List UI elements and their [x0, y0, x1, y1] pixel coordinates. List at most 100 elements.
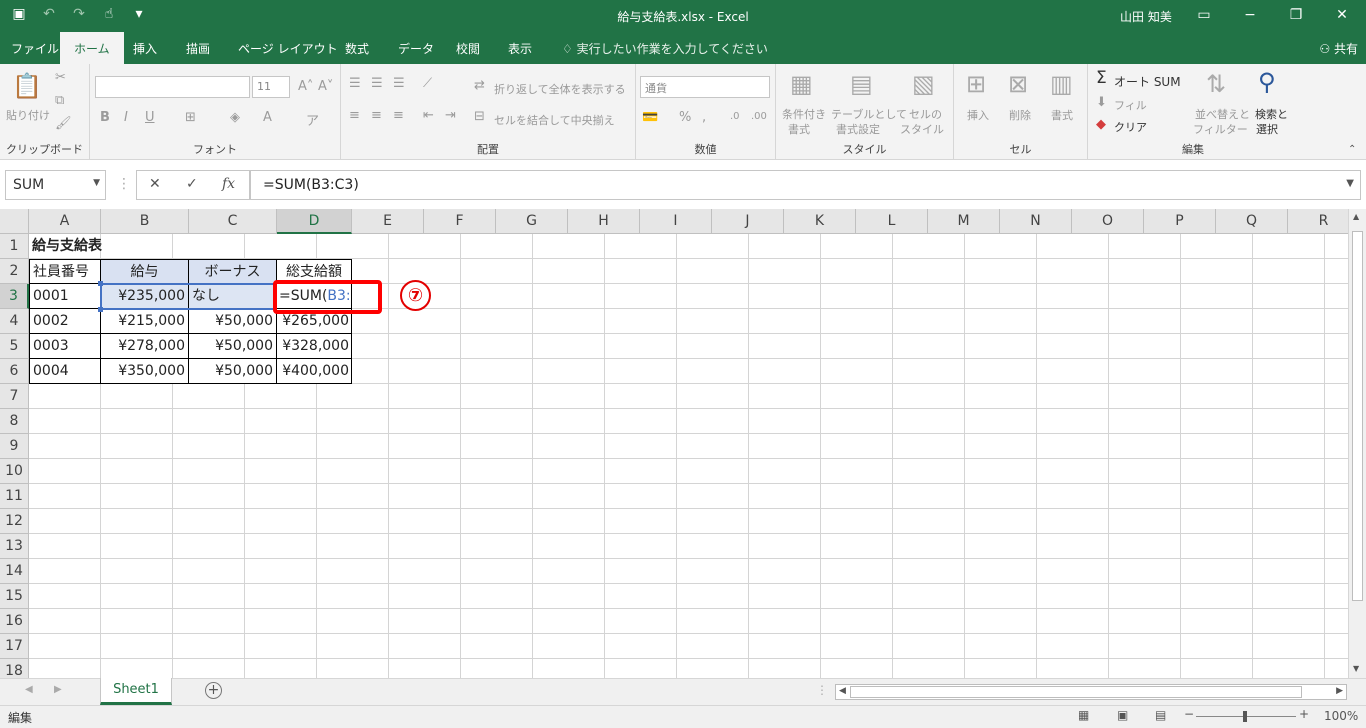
- cell-b4[interactable]: ¥215,000: [101, 309, 189, 334]
- vertical-scrollbar[interactable]: ▲ ▼: [1348, 209, 1366, 678]
- column-header-n[interactable]: N: [1000, 209, 1072, 234]
- cell-c6[interactable]: ¥50,000: [189, 359, 277, 384]
- column-header-b[interactable]: B: [101, 209, 189, 234]
- minimize-icon[interactable]: −: [1227, 0, 1273, 32]
- row-header-16[interactable]: 16: [0, 609, 29, 634]
- column-header-f[interactable]: F: [424, 209, 496, 234]
- delete-cells-icon[interactable]: ⊠: [1008, 70, 1028, 98]
- italic-icon[interactable]: I: [124, 110, 128, 125]
- find-select-icon[interactable]: ⚲: [1258, 68, 1276, 96]
- autosum-label[interactable]: オート SUM: [1114, 73, 1181, 90]
- borders-icon[interactable]: ⊞: [185, 110, 196, 125]
- column-header-k[interactable]: K: [784, 209, 856, 234]
- font-name-select[interactable]: [95, 76, 250, 98]
- prev-sheet-icon[interactable]: ◀: [25, 684, 33, 695]
- row-header-10[interactable]: 10: [0, 459, 29, 484]
- grow-font-icon[interactable]: A˄: [298, 79, 313, 94]
- row-header-8[interactable]: 8: [0, 409, 29, 434]
- wrap-text-icon[interactable]: ⇄: [474, 78, 485, 93]
- header-bonus[interactable]: ボーナス: [189, 259, 277, 284]
- row-header-7[interactable]: 7: [0, 384, 29, 409]
- increase-decimal-icon[interactable]: .0: [730, 111, 740, 122]
- decrease-decimal-icon[interactable]: .00: [751, 111, 767, 122]
- cell-a3[interactable]: 0001: [29, 284, 101, 309]
- conditional-format-icon[interactable]: ▦: [790, 70, 813, 98]
- collapse-ribbon-icon[interactable]: ⌃: [1348, 144, 1356, 155]
- cell-a4[interactable]: 0002: [29, 309, 101, 334]
- zoom-slider-thumb[interactable]: [1243, 711, 1247, 722]
- row-header-9[interactable]: 9: [0, 434, 29, 459]
- column-header-c[interactable]: C: [189, 209, 277, 234]
- restore-icon[interactable]: ❐: [1273, 0, 1319, 32]
- row-header-6[interactable]: 6: [0, 359, 29, 384]
- conditional-label-1[interactable]: 条件付き: [782, 106, 826, 122]
- column-header-a[interactable]: A: [29, 209, 101, 234]
- cell-b6[interactable]: ¥350,000: [101, 359, 189, 384]
- insert-cells-label[interactable]: 挿入: [967, 107, 989, 123]
- font-size-select[interactable]: 11: [252, 76, 290, 98]
- scroll-left-icon[interactable]: ◀: [839, 686, 846, 696]
- sort-label-1[interactable]: 並べ替えと: [1195, 106, 1250, 122]
- scroll-up-icon[interactable]: ▲: [1353, 212, 1359, 221]
- row-header-1[interactable]: 1: [0, 234, 29, 259]
- percent-style-icon[interactable]: %: [679, 110, 691, 125]
- sheet-title-cell[interactable]: 給与支給表: [29, 234, 179, 259]
- scroll-right-icon[interactable]: ▶: [1336, 686, 1343, 696]
- copy-icon[interactable]: ⧉: [55, 93, 64, 108]
- column-header-p[interactable]: P: [1144, 209, 1216, 234]
- cell-a6[interactable]: 0004: [29, 359, 101, 384]
- number-format-select[interactable]: 通貨: [640, 76, 770, 98]
- row-header-13[interactable]: 13: [0, 534, 29, 559]
- table-label-1[interactable]: テーブルとして: [831, 106, 907, 122]
- cancel-icon[interactable]: ✕: [149, 176, 161, 192]
- chevron-down-icon[interactable]: ▼: [93, 178, 100, 188]
- fill-label[interactable]: フィル: [1114, 97, 1147, 113]
- cell-a5[interactable]: 0003: [29, 334, 101, 359]
- cell-d6[interactable]: ¥400,000: [277, 359, 352, 384]
- normal-view-icon[interactable]: ▦: [1078, 708, 1089, 722]
- eraser-icon[interactable]: ◆: [1096, 117, 1106, 132]
- find-label-2[interactable]: 選択: [1256, 121, 1278, 137]
- ribbon-display-icon[interactable]: ▭: [1181, 0, 1227, 32]
- cell-styles-label-1[interactable]: セルの: [909, 106, 942, 122]
- phonetic-icon[interactable]: ア: [306, 110, 319, 129]
- align-center-icon[interactable]: ≡: [371, 108, 382, 123]
- row-header-3[interactable]: 3: [0, 284, 29, 309]
- cell-c5[interactable]: ¥50,000: [189, 334, 277, 359]
- sort-filter-icon[interactable]: ⇅: [1206, 70, 1226, 98]
- enter-icon[interactable]: ✓: [186, 176, 198, 192]
- name-box[interactable]: SUM ▼: [5, 170, 106, 200]
- row-header-12[interactable]: 12: [0, 509, 29, 534]
- tab-insert[interactable]: 挿入: [133, 32, 157, 64]
- clear-label[interactable]: クリア: [1114, 119, 1147, 135]
- column-header-d[interactable]: D: [277, 209, 352, 234]
- fill-color-icon[interactable]: ◈: [230, 110, 240, 125]
- cell-c4[interactable]: ¥50,000: [189, 309, 277, 334]
- row-header-17[interactable]: 17: [0, 634, 29, 659]
- tab-file[interactable]: ファイル: [11, 32, 59, 64]
- delete-cells-label[interactable]: 削除: [1009, 107, 1031, 123]
- row-header-5[interactable]: 5: [0, 334, 29, 359]
- bold-icon[interactable]: B: [100, 110, 110, 125]
- add-sheet-icon[interactable]: +: [205, 682, 222, 699]
- column-header-l[interactable]: L: [856, 209, 928, 234]
- insert-cells-icon[interactable]: ⊞: [966, 70, 986, 98]
- share-button[interactable]: ⚇ 共有: [1319, 32, 1358, 66]
- wrap-text-label[interactable]: 折り返して全体を表示する: [494, 81, 626, 97]
- align-top-icon[interactable]: ☰: [349, 76, 361, 91]
- sort-label-2[interactable]: フィルター: [1193, 121, 1248, 137]
- zoom-out-icon[interactable]: −: [1184, 707, 1194, 721]
- format-painter-icon[interactable]: 🖌: [55, 116, 72, 131]
- tab-page-layout[interactable]: ページ レイアウト: [238, 32, 338, 64]
- comma-style-icon[interactable]: ,: [702, 110, 706, 125]
- horizontal-scrollbar[interactable]: ◀ ▶: [835, 684, 1347, 700]
- column-header-e[interactable]: E: [352, 209, 424, 234]
- orientation-icon[interactable]: ⟋: [423, 76, 432, 91]
- tab-split-handle[interactable]: ⋮: [816, 683, 828, 697]
- row-header-15[interactable]: 15: [0, 584, 29, 609]
- column-header-r[interactable]: R: [1288, 209, 1348, 234]
- row-header-4[interactable]: 4: [0, 309, 29, 334]
- format-cells-icon[interactable]: ▥: [1050, 70, 1073, 98]
- vertical-scroll-thumb[interactable]: [1352, 231, 1363, 601]
- format-as-table-icon[interactable]: ▤: [850, 70, 873, 98]
